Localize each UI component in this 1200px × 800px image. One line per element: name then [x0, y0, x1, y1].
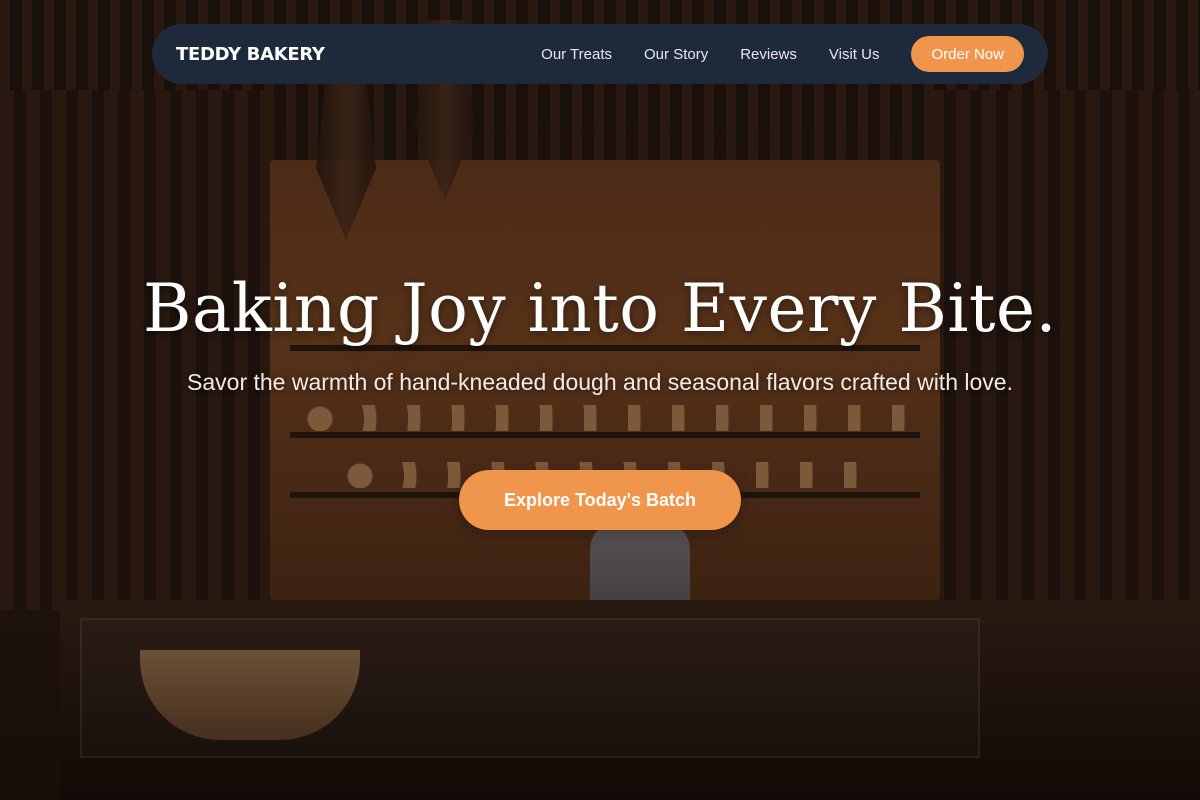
hero-title: Baking Joy into Every Bite. [142, 270, 1057, 347]
navbar: TEDDY BAKERY Our Treats Our Story Review… [152, 24, 1048, 84]
nav-link-reviews[interactable]: Reviews [740, 46, 797, 63]
order-now-button[interactable]: Order Now [911, 36, 1024, 72]
nav-link-our-story[interactable]: Our Story [644, 46, 708, 63]
nav-link-our-treats[interactable]: Our Treats [541, 46, 612, 63]
explore-batch-button[interactable]: Explore Today's Batch [459, 470, 741, 530]
hero-overlay [0, 0, 1200, 800]
nav-links: Our Treats Our Story Reviews Visit Us Or… [509, 36, 1024, 72]
hero-subtitle: Savor the warmth of hand-kneaded dough a… [187, 369, 1013, 395]
nav-link-visit-us[interactable]: Visit Us [829, 46, 880, 63]
brand-logo[interactable]: TEDDY BAKERY [176, 44, 325, 65]
